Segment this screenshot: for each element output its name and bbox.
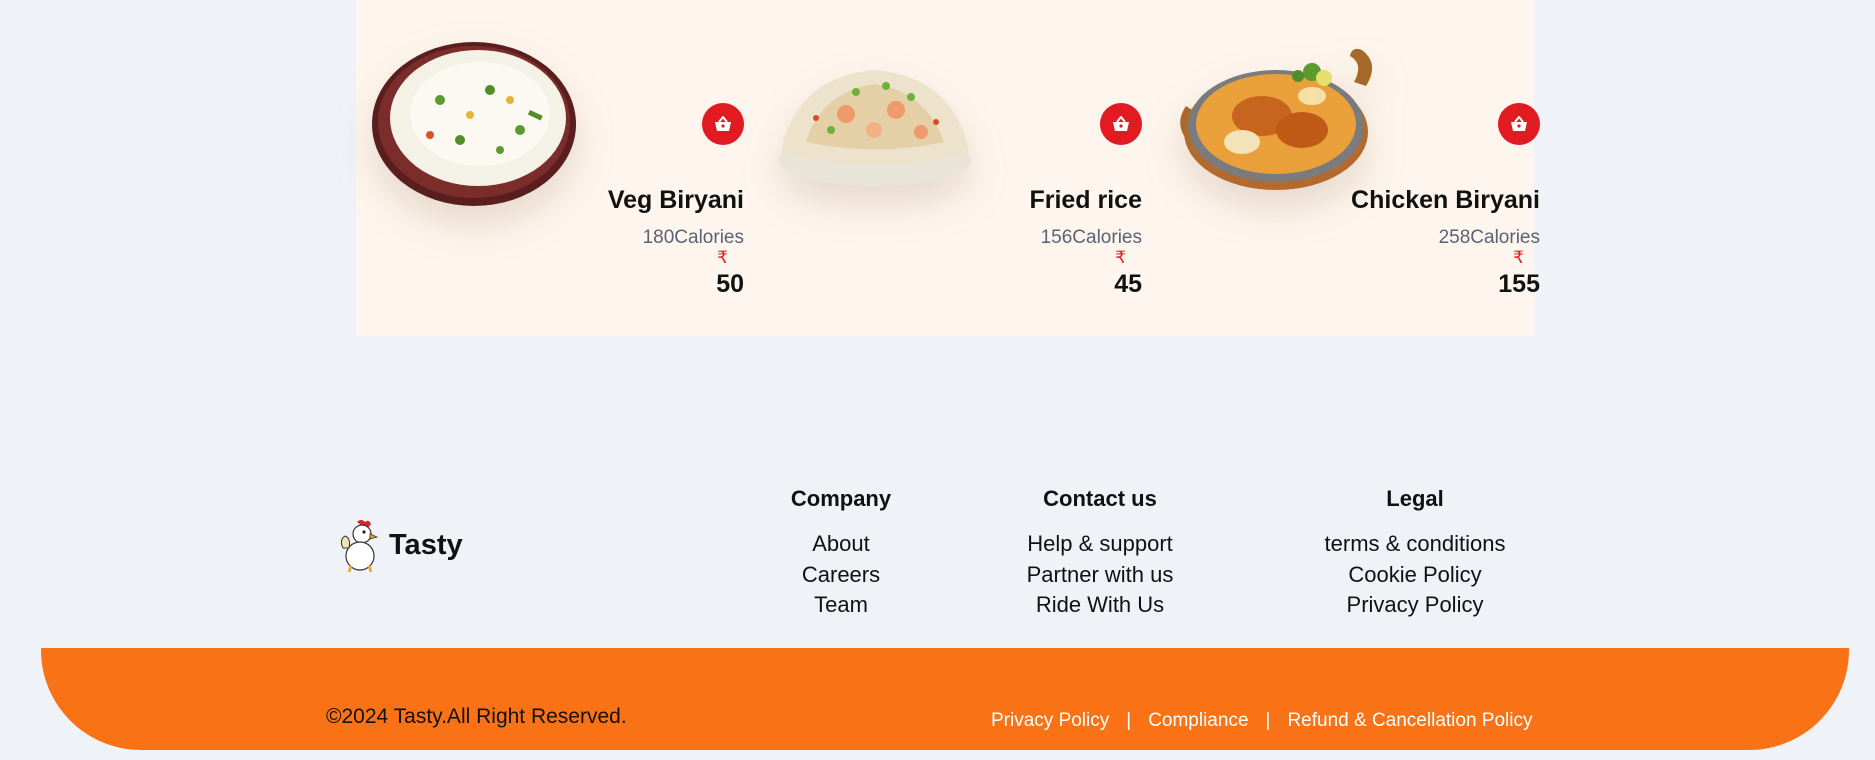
link-separator: | (1265, 710, 1271, 731)
chicken-biryani-image (1180, 48, 1373, 190)
menu-card-chicken-biryani: Chicken Biryani 258Calories ₹ 155 (1162, 0, 1560, 336)
footer-heading-legal: Legal (1386, 486, 1444, 511)
veg-biryani-image (372, 42, 576, 206)
dish-name: Chicken Biryani (1351, 186, 1540, 214)
footer-column-company: Company About Careers Team (781, 486, 901, 621)
dish-price: 50 (716, 270, 744, 298)
footer-link-careers[interactable]: Careers (781, 560, 901, 591)
footer-link-about[interactable]: About (781, 529, 901, 560)
rupee-icon: ₹ (1513, 248, 1524, 267)
dish-calories: 156Calories (1040, 227, 1142, 248)
rupee-icon: ₹ (717, 248, 728, 267)
footer-heading-contact: Contact us (1043, 486, 1157, 511)
bottom-link-refund-policy[interactable]: Refund & Cancellation Policy (1287, 710, 1532, 732)
add-to-cart-button[interactable] (1498, 103, 1540, 145)
menu-card-fried-rice: Fried rice 156Calories ₹ 45 (764, 0, 1162, 336)
footer-brand[interactable]: Tasty (337, 518, 463, 572)
rupee-icon: ₹ (1115, 248, 1126, 267)
footer-link-ride[interactable]: Ride With Us (1010, 590, 1190, 621)
footer-heading-company: Company (790, 486, 892, 511)
dish-price: 155 (1498, 270, 1540, 298)
footer-bottom-bar: ©2024 Tasty.All Right Reserved. Privacy … (41, 648, 1849, 750)
dish-calories: 258Calories (1438, 227, 1540, 248)
dish-calories: 180Calories (642, 227, 744, 248)
footer-link-partner[interactable]: Partner with us (1010, 560, 1190, 591)
menu-panel: Veg Biryani 180Calories ₹ 50 Fried rice … (356, 0, 1540, 336)
add-to-cart-button[interactable] (1100, 103, 1142, 145)
footer-column-contact: Contact us Help & support Partner with u… (1010, 486, 1190, 621)
footer-link-privacy[interactable]: Privacy Policy (1305, 590, 1525, 621)
basket-icon (715, 116, 731, 131)
fried-rice-image (779, 70, 971, 186)
basket-icon (1113, 116, 1129, 131)
menu-card-veg-biryani: Veg Biryani 180Calories ₹ 50 (366, 0, 764, 336)
brand-name: Tasty (389, 528, 463, 561)
dish-price: 45 (1114, 270, 1142, 298)
basket-icon (1511, 116, 1527, 131)
chicken-mascot-logo (340, 520, 379, 572)
footer-link-team[interactable]: Team (781, 590, 901, 621)
bottom-link-compliance[interactable]: Compliance (1148, 710, 1248, 732)
footer-link-cookie[interactable]: Cookie Policy (1305, 560, 1525, 591)
copyright-text: ©2024 Tasty.All Right Reserved. (326, 705, 627, 728)
dish-name: Veg Biryani (607, 186, 744, 214)
footer-column-legal: Legal terms & conditions Cookie Policy P… (1305, 486, 1525, 621)
dish-name: Fried rice (1029, 186, 1142, 214)
footer-link-terms[interactable]: terms & conditions (1305, 529, 1525, 560)
bottom-legal-links: Privacy Policy | Compliance | Refund & C… (991, 710, 1532, 732)
add-to-cart-button[interactable] (702, 103, 744, 145)
bottom-link-privacy-policy[interactable]: Privacy Policy (991, 710, 1109, 732)
link-separator: | (1126, 710, 1132, 731)
footer-link-help-support[interactable]: Help & support (1010, 529, 1190, 560)
